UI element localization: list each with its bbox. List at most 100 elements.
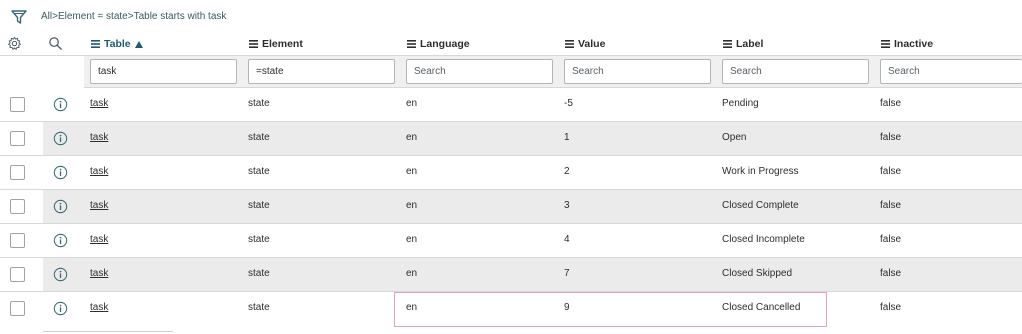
info-icon[interactable] — [53, 199, 68, 214]
row-checkbox[interactable] — [10, 97, 25, 112]
table-row[interactable]: task state en 2 Work in Progress false — [0, 156, 1022, 190]
breadcrumb-item-element[interactable]: Element = state — [58, 11, 128, 22]
column-menu-icon[interactable] — [91, 40, 100, 48]
label-cell: Pending — [722, 98, 759, 109]
column-header-label: Label — [736, 38, 764, 50]
info-icon[interactable] — [53, 301, 68, 316]
column-menu-icon[interactable] — [407, 40, 416, 48]
breadcrumb-item-all[interactable]: All — [41, 11, 52, 22]
inactive-cell: false — [880, 268, 902, 279]
element-cell: state — [248, 98, 270, 109]
table-link[interactable]: task — [90, 132, 108, 143]
element-cell: state — [248, 166, 270, 177]
column-menu-icon[interactable] — [565, 40, 574, 48]
value-cell: 2 — [564, 166, 570, 177]
language-cell: en — [406, 132, 418, 143]
language-cell: en — [406, 234, 418, 245]
column-header-row: Table Element Language Value Label Inact… — [0, 33, 1022, 56]
language-cell: en — [406, 200, 418, 211]
row-checkbox[interactable] — [10, 301, 25, 316]
value-cell: 3 — [564, 200, 570, 211]
horizontal-scrollbar[interactable] — [43, 331, 173, 332]
column-header-table[interactable]: Table — [91, 38, 143, 50]
table-link[interactable]: task — [90, 302, 108, 313]
column-header-label: Table — [104, 38, 131, 50]
label-cell: Open — [722, 132, 747, 143]
label-cell: Closed Complete — [722, 200, 799, 211]
search-icon[interactable] — [48, 36, 63, 51]
inactive-cell: false — [880, 234, 902, 245]
column-header-value[interactable]: Value — [565, 38, 605, 50]
column-header-element[interactable]: Element — [249, 38, 303, 50]
language-cell: en — [406, 302, 418, 313]
inactive-cell: false — [880, 132, 902, 143]
table-link[interactable]: task — [90, 200, 108, 211]
column-header-inactive[interactable]: Inactive — [881, 38, 933, 50]
column-header-label: Language — [420, 38, 470, 50]
element-cell: state — [248, 234, 270, 245]
breadcrumb-item-table[interactable]: Table starts with task — [134, 11, 227, 22]
filter-icon[interactable] — [10, 8, 28, 26]
table-row[interactable]: task state en 4 Closed Incomplete false — [0, 224, 1022, 258]
info-icon[interactable] — [53, 233, 68, 248]
column-header-label: Inactive — [894, 38, 934, 50]
row-checkbox[interactable] — [10, 165, 25, 180]
language-search-input[interactable] — [406, 59, 553, 84]
table-row[interactable]: task state en 1 Open false — [0, 122, 1022, 156]
element-cell: state — [248, 200, 270, 211]
element-cell: state — [248, 132, 270, 143]
label-cell: Closed Cancelled — [722, 302, 801, 313]
language-cell: en — [406, 268, 418, 279]
inactive-cell: false — [880, 200, 902, 211]
info-icon[interactable] — [53, 97, 68, 112]
element-cell: state — [248, 302, 270, 313]
row-checkbox[interactable] — [10, 131, 25, 146]
sort-ascending-icon — [134, 40, 143, 48]
table-row[interactable]: task state en 7 Closed Skipped false — [0, 258, 1022, 292]
column-menu-icon[interactable] — [881, 40, 890, 48]
table-link[interactable]: task — [90, 166, 108, 177]
label-cell: Closed Skipped — [722, 268, 793, 279]
element-cell: state — [248, 268, 270, 279]
table-link[interactable]: task — [90, 268, 108, 279]
language-cell: en — [406, 166, 418, 177]
column-header-label: Value — [578, 38, 606, 50]
table-row[interactable]: task state en -5 Pending false — [0, 88, 1022, 122]
table-link[interactable]: task — [90, 234, 108, 245]
value-search-input[interactable] — [564, 59, 711, 84]
info-icon[interactable] — [53, 131, 68, 146]
breadcrumb-bar: All>Element = state>Table starts with ta… — [0, 0, 1022, 34]
table-search-input[interactable] — [90, 59, 237, 84]
column-header-language[interactable]: Language — [407, 38, 470, 50]
label-cell: Work in Progress — [722, 166, 799, 177]
value-cell: 4 — [564, 234, 570, 245]
inactive-cell: false — [880, 302, 902, 313]
table-row[interactable]: task state en 3 Closed Complete false — [0, 190, 1022, 224]
label-cell: Closed Incomplete — [722, 234, 805, 245]
inactive-cell: false — [880, 166, 902, 177]
value-cell: 9 — [564, 302, 570, 313]
breadcrumb: All>Element = state>Table starts with ta… — [41, 11, 226, 22]
column-header-label[interactable]: Label — [723, 38, 763, 50]
language-cell: en — [406, 98, 418, 109]
label-search-input[interactable] — [722, 59, 869, 84]
inactive-search-input[interactable] — [880, 59, 1022, 84]
column-menu-icon[interactable] — [723, 40, 732, 48]
column-menu-icon[interactable] — [249, 40, 258, 48]
value-cell: 7 — [564, 268, 570, 279]
gear-icon[interactable] — [7, 36, 22, 51]
info-icon[interactable] — [53, 267, 68, 282]
value-cell: -5 — [564, 98, 573, 109]
column-header-label: Element — [262, 38, 303, 50]
column-search-row — [0, 56, 1022, 88]
table-row[interactable]: task state en 9 Closed Cancelled false — [0, 292, 1022, 326]
inactive-cell: false — [880, 98, 902, 109]
row-checkbox[interactable] — [10, 233, 25, 248]
row-checkbox[interactable] — [10, 267, 25, 282]
info-icon[interactable] — [53, 165, 68, 180]
row-checkbox[interactable] — [10, 199, 25, 214]
element-search-input[interactable] — [248, 59, 395, 84]
table-link[interactable]: task — [90, 98, 108, 109]
value-cell: 1 — [564, 132, 570, 143]
search-row-spacer — [0, 56, 84, 88]
